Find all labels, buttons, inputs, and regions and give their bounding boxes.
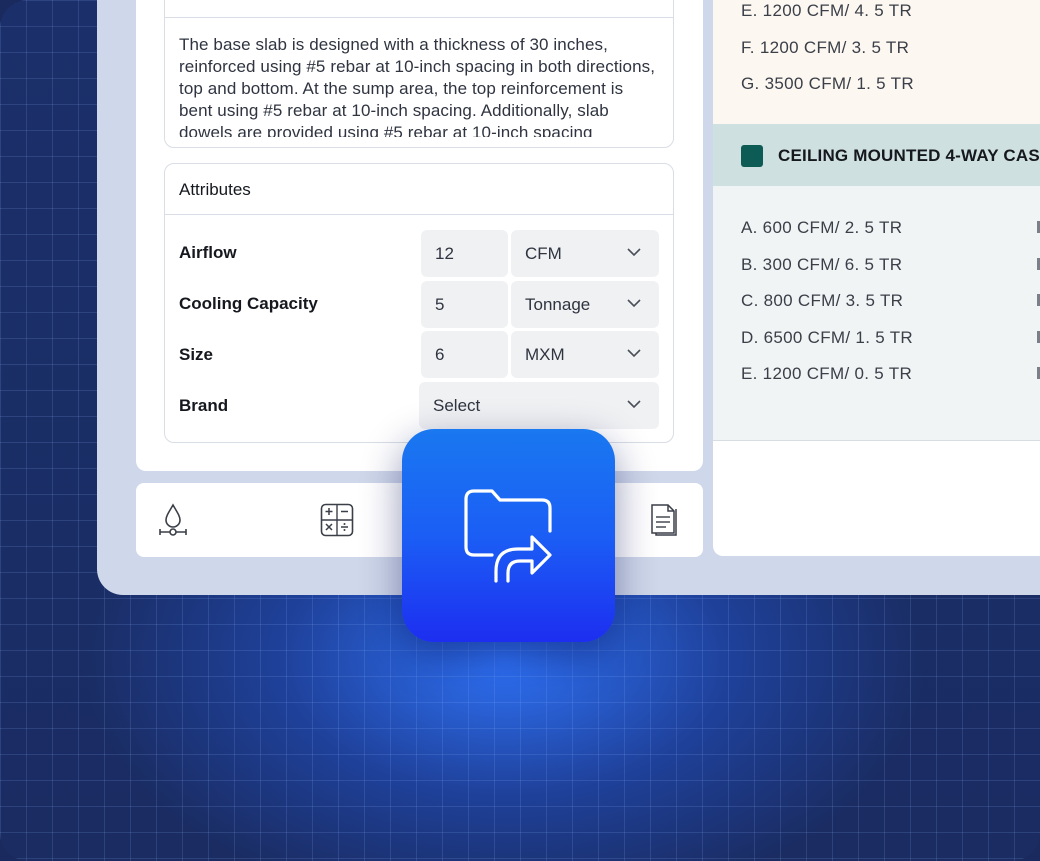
chevron-down-icon (627, 248, 641, 257)
airflow-unit-select[interactable]: CFM (511, 230, 659, 277)
cooling-capacity-label: Cooling Capacity (179, 294, 318, 313)
brand-label: Brand (179, 396, 229, 415)
attributes-divider (165, 214, 673, 215)
brand-select-value: Select (433, 396, 481, 415)
calculator-icon[interactable] (320, 503, 354, 537)
cooling-capacity-input[interactable]: 5 (421, 281, 508, 328)
list-item[interactable]: A. 600 CFM/ 2. 5 TR (741, 218, 902, 238)
size-unit-select[interactable]: MXM (511, 331, 659, 378)
cooling-capacity-unit-select[interactable]: Tonnage (511, 281, 659, 328)
right-panel: E. 1200 CFM/ 4. 5 TR F. 1200 CFM/ 3. 5 T… (713, 0, 1040, 556)
cooling-capacity-unit-value: Tonnage (525, 295, 591, 314)
list-item[interactable]: E. 1200 CFM/ 4. 5 TR (741, 1, 912, 21)
size-label: Size (179, 345, 214, 364)
list-item[interactable]: E. 1200 CFM/ 0. 5 TR (741, 364, 912, 384)
folder-share-app-icon[interactable] (402, 429, 615, 642)
chevron-down-icon (627, 349, 641, 358)
airflow-label: Airflow (179, 243, 237, 262)
panel-divider (713, 440, 1040, 441)
size-input[interactable]: 6 (421, 331, 508, 378)
list-item[interactable]: B. 300 CFM/ 6. 5 TR (741, 255, 902, 275)
chevron-down-icon (627, 299, 641, 308)
airflow-unit-value: CFM (525, 244, 562, 263)
description-divider (165, 17, 673, 18)
list-item[interactable]: C. 800 CFM/ 3. 5 TR (741, 291, 903, 311)
attributes-title: Attributes (179, 180, 251, 199)
attributes-panel: Attributes Airflow 12 CFM Cooling Capaci… (164, 163, 674, 443)
brand-select[interactable]: Select (419, 382, 659, 429)
chevron-down-icon (627, 400, 641, 409)
list-item[interactable]: D. 6500 CFM/ 1. 5 TR (741, 328, 913, 348)
section-title: CEILING MOUNTED 4-WAY CAS (778, 146, 1040, 165)
water-drop-icon[interactable] (158, 503, 188, 537)
description-box[interactable]: The base slab is designed with a thickne… (164, 0, 674, 148)
folder-share-icon (464, 489, 552, 583)
list-item[interactable]: F. 1200 CFM/ 3. 5 TR (741, 38, 909, 58)
size-unit-value: MXM (525, 345, 565, 364)
section-color-marker (741, 145, 763, 167)
airflow-input[interactable]: 12 (421, 230, 508, 277)
list-item[interactable]: G. 3500 CFM/ 1. 5 TR (741, 74, 914, 94)
description-text: The base slab is designed with a thickne… (179, 35, 656, 137)
document-icon[interactable] (650, 503, 680, 537)
